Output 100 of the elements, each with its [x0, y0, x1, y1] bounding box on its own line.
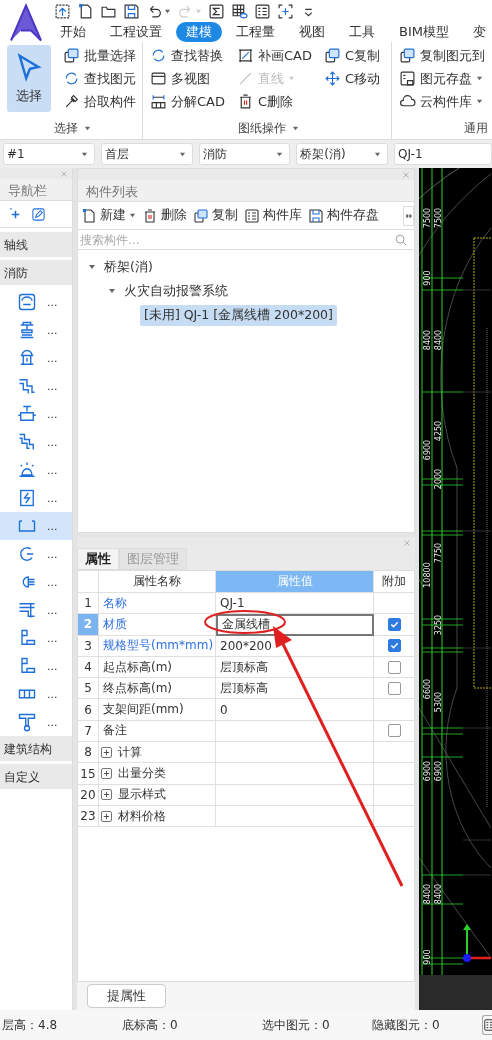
column-header[interactable]: 附加 — [374, 571, 414, 593]
ribbon-button[interactable]: 分解CAD — [150, 91, 225, 112]
dimension-label: 6900 — [423, 760, 432, 782]
dropdown[interactable]: #1 — [3, 143, 95, 165]
panel-tab[interactable]: 属性 — [77, 548, 119, 570]
value-field[interactable]: 金属线槽 — [216, 614, 374, 636]
row-number: 7 — [78, 720, 99, 743]
row-number: 3 — [78, 635, 99, 657]
more-label: ... — [47, 631, 58, 645]
more-label: ... — [47, 687, 58, 701]
property-value: QJ-1 — [216, 593, 374, 615]
ribbon-tab[interactable]: 视图 — [289, 22, 335, 42]
nav-item[interactable]: ... — [0, 680, 72, 708]
row-number: 8 — [78, 742, 99, 764]
ribbon-button[interactable]: 图元存盘 — [399, 68, 485, 89]
ribbon-button[interactable]: 批量选择 — [63, 45, 136, 66]
panel-title: 构件列表 — [78, 180, 414, 202]
nav-item[interactable]: ... — [0, 400, 72, 428]
ribbon-tab[interactable]: 工具 — [339, 22, 385, 42]
ribbon-button[interactable]: 云构件库 — [399, 91, 485, 112]
ribbon-tab[interactable]: 工程设置 — [100, 22, 172, 42]
ribbon-button[interactable]: 查找替换 — [150, 45, 225, 66]
dimension-label: 6900 — [434, 760, 443, 782]
ribbon-button[interactable]: 补画CAD — [237, 45, 312, 66]
row-number: 23 — [78, 805, 99, 828]
nav-category[interactable]: 轴线 — [0, 232, 72, 257]
ribbon-tab[interactable]: 工程量 — [226, 22, 285, 42]
ribbon-button[interactable]: C移动 — [323, 68, 381, 89]
property-name: 支架间距(mm) — [99, 699, 216, 721]
dimension-label: 3250 — [434, 614, 443, 636]
nav-item[interactable]: ... — [0, 316, 72, 344]
nav-item[interactable]: ... — [0, 428, 72, 456]
more-label: ... — [47, 547, 58, 561]
toolbar-button[interactable]: 复制 — [193, 207, 238, 224]
more-label: ... — [47, 407, 58, 421]
nav-item[interactable]: ... — [0, 288, 72, 316]
property-name: 终点标高(m) — [99, 678, 216, 700]
more-label: ... — [47, 575, 58, 589]
dimension-label: 7750 — [434, 542, 443, 564]
nav-item[interactable]: ... — [0, 484, 72, 512]
more-label: ... — [47, 295, 58, 309]
property-name: 起点标高(m) — [99, 656, 216, 679]
property-name: 名称 — [99, 593, 216, 615]
dropdown[interactable]: 首层 — [100, 143, 193, 165]
nav-item[interactable]: ... — [0, 652, 72, 680]
ribbon-button[interactable]: C删除 — [237, 91, 312, 112]
ribbon-button[interactable]: 查找图元 — [63, 68, 136, 89]
toolbar-button[interactable]: 新建 — [81, 207, 136, 224]
more-label: ... — [47, 715, 58, 729]
dimension-label: 4250 — [434, 420, 443, 442]
ribbon-button[interactable]: 拾取构件 — [63, 91, 136, 112]
row-number: 20 — [78, 784, 99, 806]
status-text: 隐藏图元：0 — [372, 1016, 441, 1034]
ribbon-tab[interactable]: 变 — [462, 22, 492, 42]
group-name: 显示样式 — [118, 786, 166, 804]
property-name: 材质 — [99, 614, 216, 636]
dimension-label: 8400 — [423, 883, 432, 905]
nav-item[interactable]: ... — [0, 512, 72, 540]
dimension-label: 6900 — [423, 439, 432, 461]
ribbon-button[interactable]: C复制 — [323, 45, 381, 66]
nav-item[interactable]: ... — [0, 708, 72, 736]
dropdown[interactable]: QJ-1 — [394, 143, 492, 165]
select-button[interactable]: 选择 — [7, 45, 51, 112]
nav-category[interactable]: 自定义 — [0, 764, 72, 789]
tree-item[interactable]: 火灾自动报警系统 — [120, 280, 232, 302]
ribbon-tab[interactable]: BIM模型 — [389, 22, 459, 42]
property-value: 层顶标高 — [216, 678, 374, 700]
nav-category[interactable]: 消防 — [0, 260, 72, 285]
property-value: 0 — [216, 699, 374, 721]
group-menu-button[interactable]: 通用 — [464, 119, 488, 137]
dropdown[interactable]: 消防 — [198, 143, 291, 165]
ribbon-button[interactable]: 复制图元到 — [399, 45, 485, 66]
toolbar-button[interactable]: 构件库 — [244, 207, 302, 224]
dimension-label: 900 — [423, 949, 432, 965]
dropdown[interactable]: 桥架(消) — [296, 143, 388, 165]
nav-item[interactable]: ... — [0, 344, 72, 372]
nav-item[interactable]: ... — [0, 456, 72, 484]
property-value: 层顶标高 — [216, 656, 374, 679]
nav-item[interactable]: ... — [0, 540, 72, 568]
group-menu-button[interactable]: 选择 — [54, 119, 91, 137]
nav-category[interactable]: 建筑结构 — [0, 736, 72, 761]
tree-item[interactable]: 桥架(消) — [100, 256, 157, 278]
group-name: 出量分类 — [118, 765, 166, 782]
ribbon-tab[interactable]: 建模 — [176, 22, 222, 42]
extract-button[interactable]: 提属性 — [87, 984, 166, 1008]
toolbar-button[interactable]: 构件存盘 — [308, 207, 379, 224]
nav-item[interactable]: ... — [0, 372, 72, 400]
tree-item[interactable]: [未用] QJ-1 [金属线槽 200*200] — [140, 304, 337, 326]
group-name: 材料价格 — [118, 807, 166, 825]
dimension-label: 7500 — [434, 207, 443, 229]
ribbon-tab[interactable]: 开始 — [50, 22, 96, 42]
status-text: 选中图元：0 — [262, 1016, 331, 1034]
nav-item[interactable]: ... — [0, 568, 72, 596]
ribbon-button[interactable]: 多视图 — [150, 68, 225, 89]
toolbar-button[interactable]: 删除 — [142, 207, 187, 224]
panel-title: 导航栏 — [0, 179, 72, 201]
dimension-label: 8400 — [434, 883, 443, 905]
nav-item[interactable]: ... — [0, 596, 72, 624]
nav-item[interactable]: ... — [0, 624, 72, 652]
group-menu-button[interactable]: 图纸操作 — [238, 119, 299, 137]
